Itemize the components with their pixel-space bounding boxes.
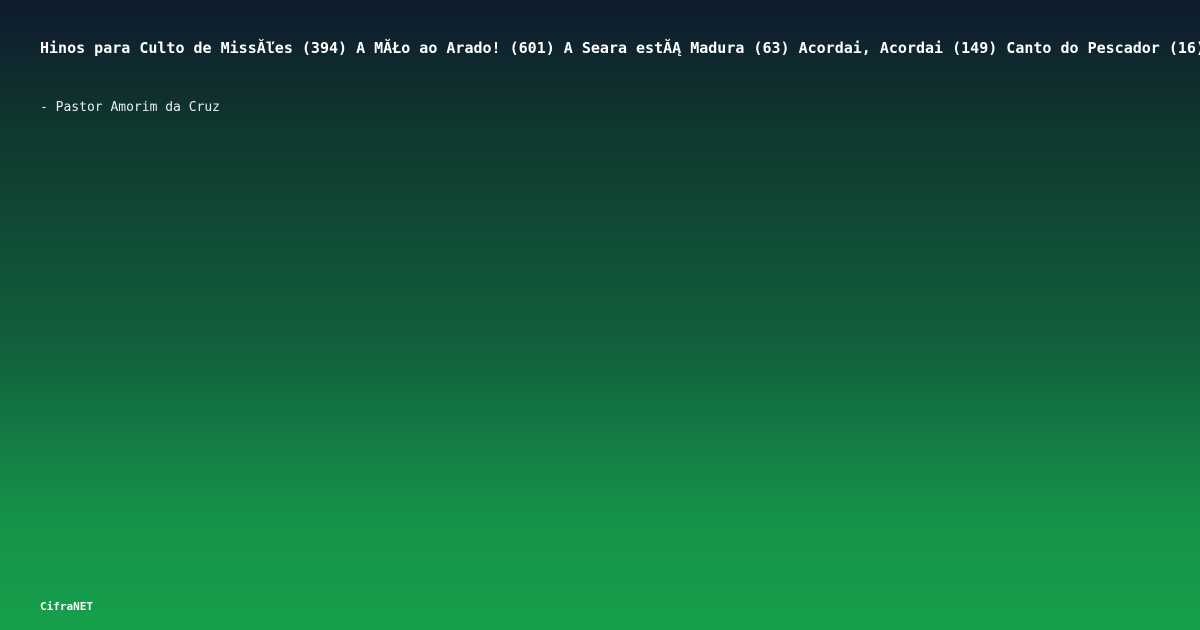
page-title: Hinos para Culto de MissĂľes (394) A MĂŁ… bbox=[40, 39, 1200, 57]
author-line: - Pastor Amorim da Cruz bbox=[40, 100, 221, 115]
brand-logo-text: CifraNET bbox=[40, 600, 93, 613]
